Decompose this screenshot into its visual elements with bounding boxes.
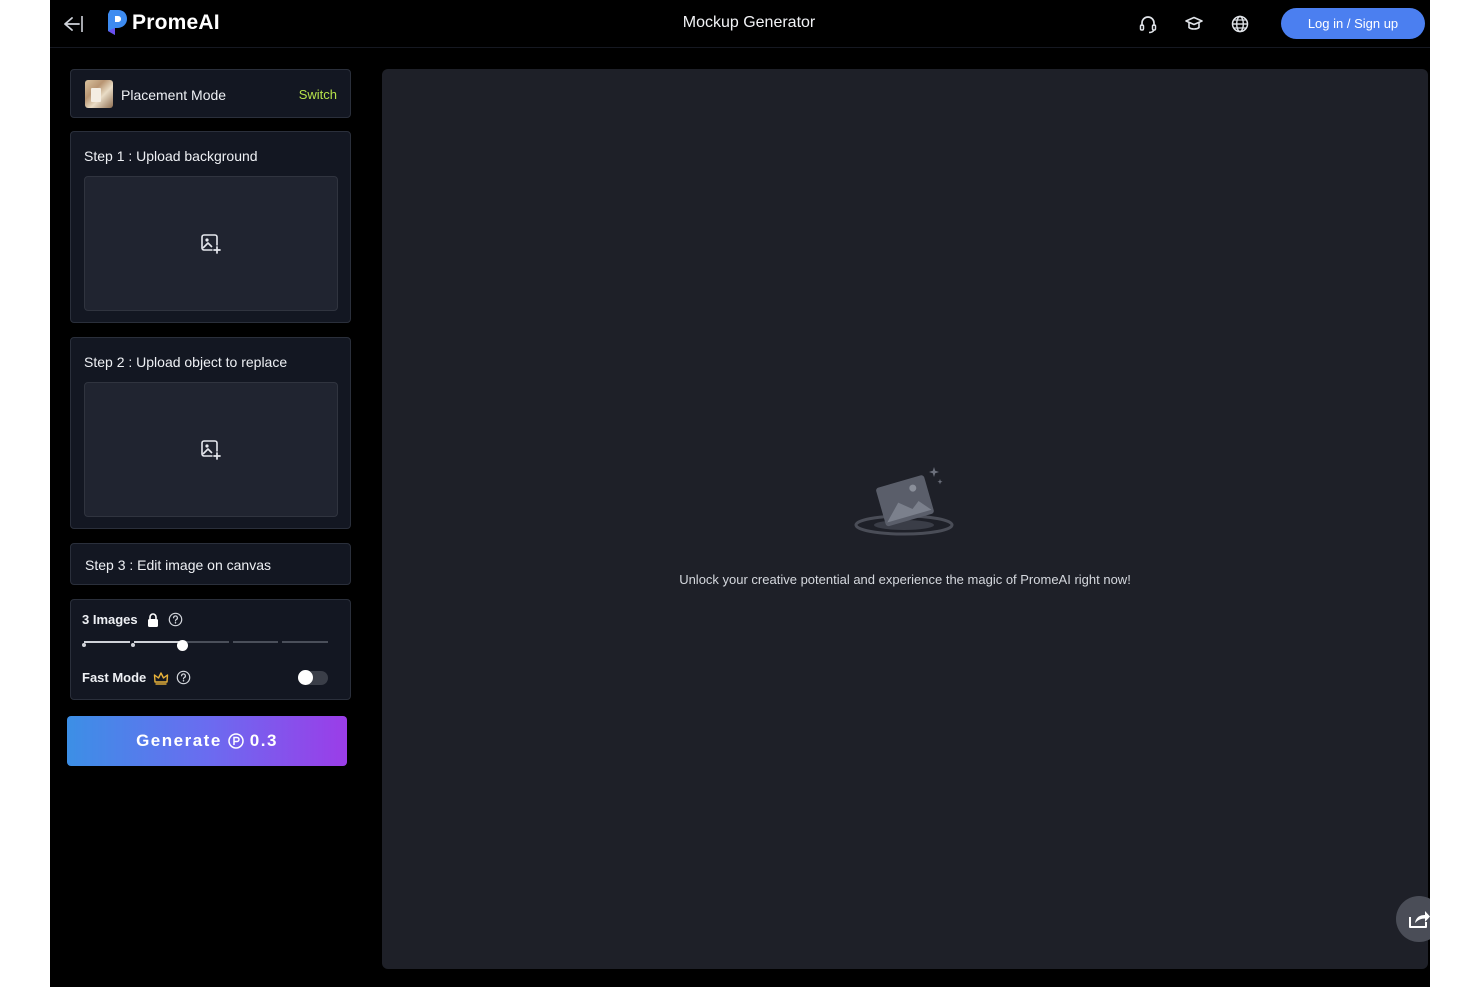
switch-mode-button[interactable]: Switch xyxy=(299,87,337,102)
step-3-title: Step 3 : Edit image on canvas xyxy=(85,557,271,573)
step-2-title: Step 2 : Upload object to replace xyxy=(84,354,288,370)
slider-segment xyxy=(232,641,279,643)
slider-thumb[interactable] xyxy=(176,640,188,651)
top-bar: PromeAI Mockup Generator Log in / Sign u… xyxy=(50,0,1430,48)
toggle-knob xyxy=(298,670,313,685)
mode-thumbnail xyxy=(85,80,113,108)
crown-icon xyxy=(154,671,169,685)
mode-label: Placement Mode xyxy=(121,87,227,103)
academy-button[interactable] xyxy=(1182,12,1206,36)
step-edit-canvas[interactable]: Step 3 : Edit image on canvas xyxy=(70,543,351,585)
fast-mode-toggle[interactable] xyxy=(298,670,328,685)
slider-track xyxy=(82,640,328,651)
slider-step-dot xyxy=(82,643,86,647)
image-count-slider[interactable] xyxy=(82,638,328,651)
lock-icon xyxy=(147,612,158,627)
generate-button[interactable]: Generate 0.3 xyxy=(67,716,347,766)
slider-segment xyxy=(183,641,229,643)
academy-cap-icon xyxy=(1185,16,1203,30)
background-upload-zone[interactable] xyxy=(84,176,338,311)
page-title: Mockup Generator xyxy=(682,14,816,31)
step-upload-object: Step 2 : Upload object to replace xyxy=(70,337,351,529)
share-icon xyxy=(1409,911,1430,928)
slider-segment xyxy=(282,641,328,643)
fast-mode-row: Fast Mode xyxy=(82,670,191,685)
image-count-row: 3 Images xyxy=(82,612,183,627)
generation-options: 3 Images Fast Mode xyxy=(70,599,351,700)
slider-step-dot xyxy=(130,643,135,647)
mode-card: Placement Mode Switch xyxy=(70,69,351,118)
help-icon[interactable] xyxy=(168,612,183,627)
support-button[interactable] xyxy=(1136,12,1160,36)
object-upload-zone[interactable] xyxy=(84,382,338,517)
support-headset-icon xyxy=(1139,16,1157,34)
step-1-title: Step 1 : Upload background xyxy=(84,148,258,164)
language-button[interactable] xyxy=(1228,12,1252,36)
login-signup-button[interactable]: Log in / Sign up xyxy=(1281,8,1425,39)
empty-image-illustration-icon xyxy=(854,467,954,536)
generate-label: Generate xyxy=(136,731,222,750)
language-globe-icon xyxy=(1231,15,1249,33)
empty-state-message: Unlock your creative potential and exper… xyxy=(679,572,1131,587)
generate-cost: 0.3 xyxy=(249,731,278,750)
editor-canvas[interactable]: Unlock your creative potential and exper… xyxy=(382,69,1428,969)
slider-segment xyxy=(84,641,130,643)
fast-mode-label: Fast Mode xyxy=(82,670,147,685)
slider-segment xyxy=(133,641,180,643)
app-window: PromeAI Mockup Generator Log in / Sign u… xyxy=(50,0,1430,987)
step-upload-background: Step 1 : Upload background xyxy=(70,131,351,323)
add-image-icon xyxy=(201,439,222,460)
add-image-icon xyxy=(201,233,222,254)
image-count-label: 3 Images xyxy=(82,612,138,627)
help-icon[interactable] xyxy=(176,670,191,685)
coin-icon xyxy=(228,733,244,749)
